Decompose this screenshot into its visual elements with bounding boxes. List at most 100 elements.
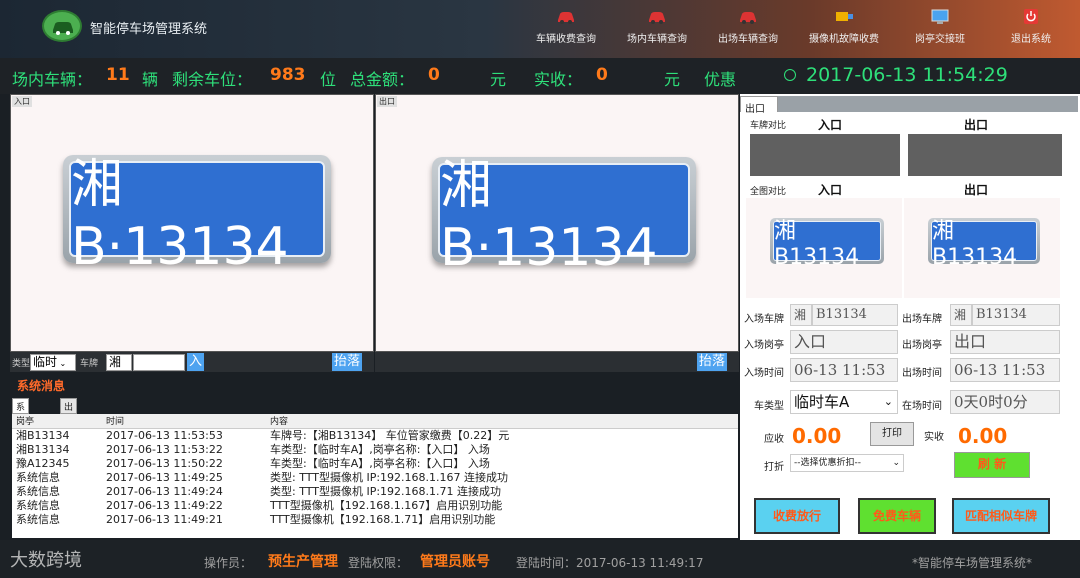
- stay-label: 在场时间: [902, 401, 942, 412]
- car-icon: [558, 12, 574, 24]
- in-lot-unit: 辆: [142, 70, 159, 89]
- manual-entry-button[interactable]: 入: [187, 353, 205, 371]
- exit-plate-crop: [908, 134, 1062, 176]
- in-booth-value: 入口: [794, 332, 827, 351]
- in-plate-prefix-select[interactable]: 湘: [790, 304, 812, 326]
- in-plate-value: B13134: [816, 307, 867, 322]
- table-row[interactable]: 系统信息 2017-06-13 11:49:22 TTT型摄像机【192.168.1…: [12, 498, 738, 512]
- car-type-value: 临时车A: [794, 393, 850, 411]
- entry-camera-toolbar: 类型 临时 ⌄ 车牌 湘 入 抬落: [10, 352, 374, 372]
- match-similar-plate-button[interactable]: 匹配相似车牌: [952, 498, 1050, 534]
- in-booth-label: 入场岗亭: [744, 340, 784, 351]
- vehicle-fee-query-button[interactable]: 车辆收费查询: [528, 6, 604, 54]
- car-type-select[interactable]: 临时车A ⌄: [790, 390, 898, 414]
- discount-value: --选择优惠折扣--: [794, 458, 861, 468]
- license-plate-image: 湘B13134: [928, 218, 1040, 270]
- entry-heading: 入口: [818, 183, 843, 197]
- cell-content: TTT型摄像机【192.168.1.71】启用识别功能: [270, 512, 496, 526]
- plate-number-input[interactable]: [133, 354, 185, 371]
- car-type-label: 车类型: [754, 401, 784, 412]
- full-compare-label: 全图对比: [750, 187, 787, 197]
- in-plate-input[interactable]: B13134: [812, 304, 898, 326]
- in-time-value: 06-13 11:53: [794, 361, 886, 379]
- camera-fault-charge-button[interactable]: 摄像机故障收费: [806, 6, 882, 54]
- in-plate-prefix: 湘: [794, 308, 807, 322]
- operator-value: 预生产管理: [268, 554, 338, 570]
- table-row[interactable]: 湘B13134 2017-06-13 11:53:53 车牌号:【湘B13134】 …: [12, 428, 738, 442]
- out-plate-label: 出场车牌: [902, 314, 942, 325]
- chevron-down-icon: ⌄: [883, 395, 893, 408]
- cell-booth: 豫A12345: [16, 456, 70, 470]
- exit-system-button[interactable]: 退出系统: [993, 6, 1069, 54]
- title-bar: 智能停车场管理系统 车辆收费查询 场内车辆查询 出场车辆查询 摄像机故障收费 岗…: [0, 0, 1080, 58]
- cell-time: 2017-06-13 11:49:25: [106, 470, 223, 484]
- table-row[interactable]: 湘B13134 2017-06-13 11:53:22 车类型:【临时车A】,岗亭名…: [12, 442, 738, 456]
- entry-camera-view: 入口 湘B·13134: [10, 94, 374, 352]
- cell-booth: 系统信息: [16, 512, 60, 526]
- barrier-lift-button[interactable]: 抬落: [697, 353, 728, 371]
- paid-value: 0: [596, 65, 608, 85]
- discount-select[interactable]: --选择优惠折扣-- ⌄: [790, 454, 904, 472]
- system-messages-title: 系统消息: [17, 379, 66, 393]
- plate-text: 湘B·13134: [438, 156, 690, 278]
- cell-time: 2017-06-13 11:49:24: [106, 484, 223, 498]
- in-plate-label: 入场车牌: [744, 314, 784, 325]
- toolbar-label: 岗亭交接班: [915, 34, 965, 45]
- plate-prefix: 湘: [109, 355, 122, 369]
- login-time: 登陆时间：2017-06-13 11:49:17: [516, 556, 704, 570]
- print-button[interactable]: 打印: [870, 422, 914, 446]
- out-plate-input[interactable]: B13134: [972, 304, 1060, 326]
- due-label: 应收: [764, 434, 784, 445]
- table-row[interactable]: 豫A12345 2017-06-13 11:50:22 车类型:【临时车A】,岗亭名…: [12, 456, 738, 470]
- table-row[interactable]: 系统信息 2017-06-13 11:49:24 类型: TTT型摄像机 IP:19…: [12, 484, 738, 498]
- table-row[interactable]: 系统信息 2017-06-13 11:49:21 TTT型摄像机【192.168.1…: [12, 512, 738, 526]
- footer-app-name: *智能停车场管理系统*: [912, 556, 1033, 570]
- column-header: 岗亭: [12, 414, 102, 429]
- refresh-button[interactable]: 刷 新: [954, 452, 1030, 478]
- toolbar-label: 车辆收费查询: [536, 34, 596, 45]
- tab-exit-records[interactable]: 出场记录: [60, 398, 78, 452]
- entry-heading: 入口: [818, 118, 843, 132]
- clock-icon: [784, 69, 796, 81]
- cell-time: 2017-06-13 11:53:22: [106, 442, 223, 456]
- type-value: 临时: [33, 355, 58, 369]
- charge-release-button[interactable]: 收费放行: [754, 498, 840, 534]
- toolbar-label: 退出系统: [1011, 34, 1051, 45]
- perm-value: 管理员账号: [420, 554, 490, 570]
- total-label: 总金额：: [350, 70, 415, 89]
- exit-heading: 出口: [964, 118, 989, 132]
- car-logo-icon: [42, 10, 82, 42]
- shift-handover-button[interactable]: 岗亭交接班: [902, 6, 978, 54]
- type-select[interactable]: 临时 ⌄: [30, 354, 76, 371]
- in-booth-field: 入口: [790, 330, 898, 354]
- discount-label: 优惠: [704, 70, 737, 89]
- cell-content: 车类型:【临时车A】,岗亭名称:【入口】 入场: [270, 456, 490, 470]
- tab-exit[interactable]: 出口: [740, 96, 778, 115]
- exit-heading: 出口: [964, 183, 989, 197]
- stay-value: 0天0时0分: [954, 393, 1028, 411]
- free-vehicle-button[interactable]: 免费车辆: [858, 498, 936, 534]
- remaining-value: 983: [270, 65, 306, 85]
- entry-plate-crop: [750, 134, 900, 176]
- paid-amount: 0.00: [958, 424, 1008, 448]
- chevron-down-icon: ⌄: [892, 458, 900, 468]
- in-lot-value: 11: [106, 65, 130, 85]
- license-plate-image: 湘B·13134: [63, 155, 331, 277]
- exit-vehicle-query-button[interactable]: 出场车辆查询: [710, 6, 786, 54]
- out-plate-prefix-select[interactable]: 湘: [950, 304, 972, 326]
- datetime: 2017-06-13 11:54:29: [806, 64, 1008, 86]
- out-plate-prefix: 湘: [954, 308, 967, 322]
- license-plate-image: 湘B13134: [770, 218, 884, 270]
- plate-prefix-select[interactable]: 湘: [106, 354, 132, 371]
- cell-content: 车类型:【临时车A】,岗亭名称:【入口】 入场: [270, 442, 490, 456]
- out-booth-field: 出口: [950, 330, 1060, 354]
- plate-text: 湘B13134: [931, 219, 1037, 270]
- table-row[interactable]: 系统信息 2017-06-13 11:49:25 类型: TTT型摄像机 IP:19…: [12, 470, 738, 484]
- out-plate-value: B13134: [976, 307, 1027, 322]
- out-time-field: 06-13 11:53: [950, 358, 1060, 382]
- in-lot-vehicle-query-button[interactable]: 场内车辆查询: [619, 6, 695, 54]
- tab-system-events[interactable]: 系统事件: [12, 398, 30, 452]
- barrier-lift-button[interactable]: 抬落: [332, 353, 363, 371]
- cell-content: 车牌号:【湘B13134】 车位管家缴费【0.22】元: [270, 428, 510, 442]
- exit-camera-view: 出口 湘B·13134: [375, 94, 739, 352]
